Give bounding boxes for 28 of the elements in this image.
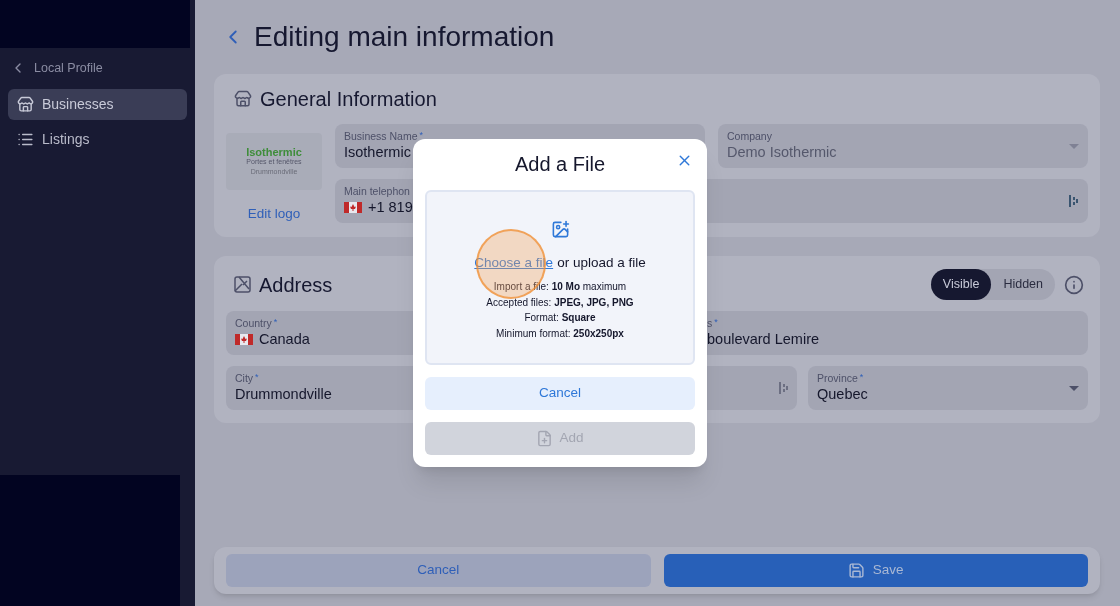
field-label: City [235,372,254,386]
required-mark: * [859,372,864,383]
section-title: Address [259,272,333,298]
field-value: Demo Isothermic [727,143,837,162]
page-title: Editing main information [254,20,555,54]
field-label: Business Name [344,130,418,143]
field-label: Company [727,130,772,143]
file-rule: Format: Square [524,311,596,326]
field-label: Country [235,317,272,331]
required-mark: * [714,317,718,328]
logo-name: Isothermic [246,146,302,158]
file-rule: Minimum format: 250x250px [496,326,624,341]
field-label: s [707,317,713,331]
upload-prompt: or upload a file [557,254,646,272]
field-value: Canada [259,330,310,350]
field-value: Quebec [817,385,868,405]
field-value: boulevard Lemire [707,330,820,350]
required-mark: * [273,317,278,328]
field-label: Province [817,372,858,386]
required-mark: * [419,130,424,140]
required-mark: * [255,372,259,383]
field-label: Main telephon [344,185,410,198]
field-value: Isothermic [344,143,411,162]
file-rule: Accepted files: JPEG, JPG, PNG [486,295,634,310]
field-value: +1 819 [368,198,413,217]
dialog-title: Add a File [514,152,606,177]
field-value: Drummondville [235,385,332,405]
section-title: General Information [260,87,437,112]
